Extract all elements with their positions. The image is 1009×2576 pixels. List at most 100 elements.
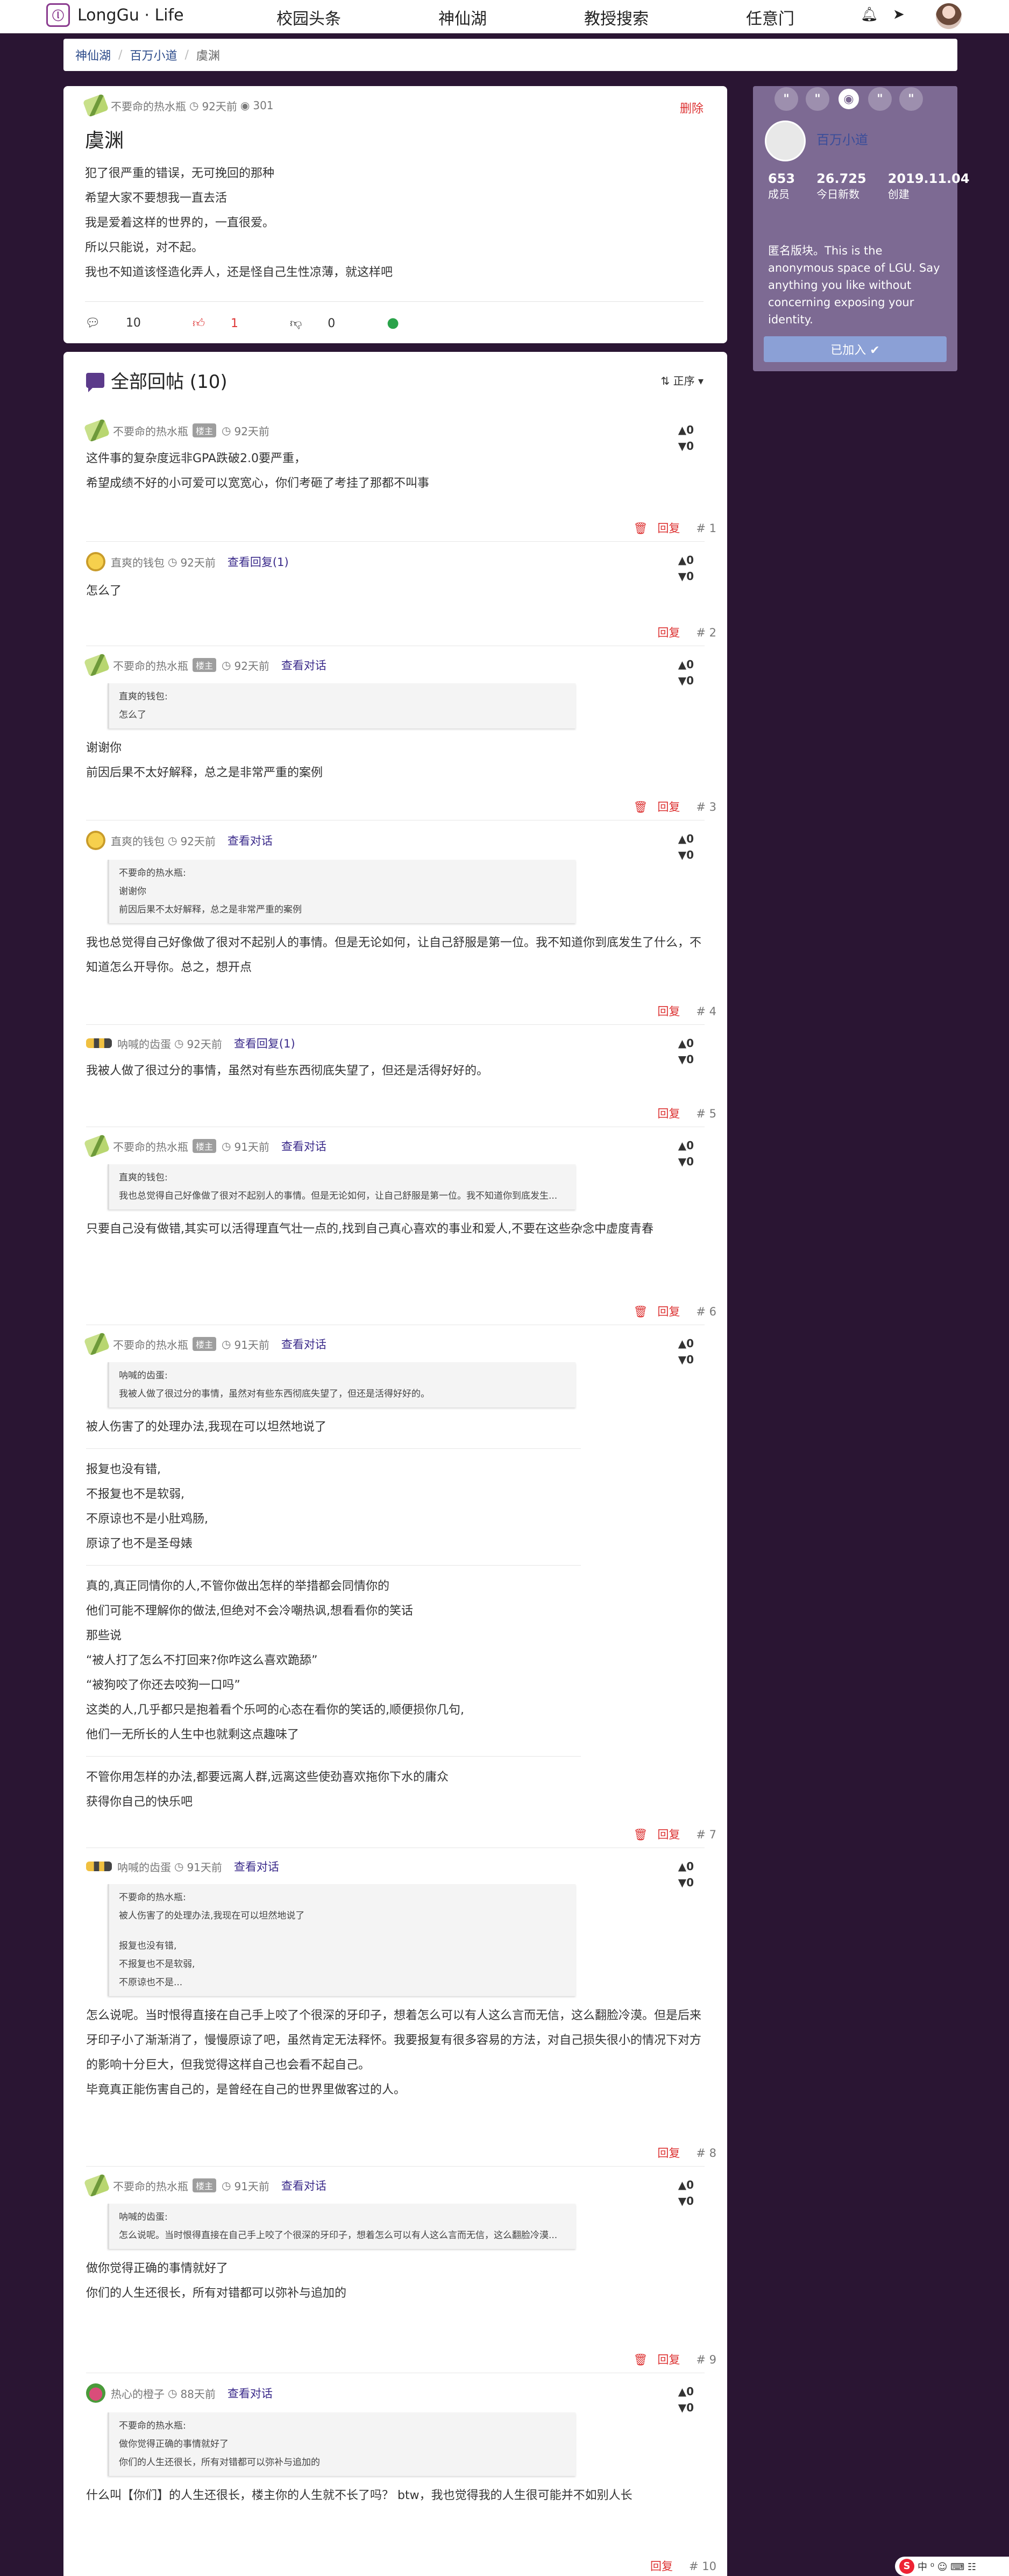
reply-avatar bbox=[83, 2174, 110, 2197]
nav-item-professor-search[interactable]: 教授搜索 bbox=[584, 5, 649, 29]
upvote-button[interactable]: ▲0 bbox=[678, 1858, 694, 1874]
view-conversation-link[interactable]: 查看对话 bbox=[281, 1138, 326, 1154]
upvote-button[interactable]: ▲0 bbox=[678, 1335, 694, 1351]
carousel-dot-active[interactable]: ◉ bbox=[837, 87, 861, 111]
view-conversation-link[interactable]: 查看对话 bbox=[281, 657, 326, 673]
upvote-button[interactable]: ▲0 bbox=[678, 552, 694, 568]
reply-author[interactable]: 不要命的热水瓶 bbox=[113, 423, 188, 438]
carousel-dot[interactable]: " bbox=[899, 87, 923, 111]
upvote-button[interactable]: ▲0 bbox=[678, 2177, 694, 2193]
reply-footer: 🗑︎ 回复 # 6 bbox=[634, 1303, 716, 1319]
reply-button[interactable]: 回复 bbox=[657, 2353, 680, 2366]
downvote-button[interactable]: ▼0 bbox=[678, 1874, 694, 1891]
trash-icon[interactable]: 🗑︎ bbox=[634, 522, 648, 535]
quote-line: 被人伤害了的处理办法,我现在可以坦然地说了 bbox=[119, 1910, 305, 1921]
upvote-button[interactable]: ▲0 bbox=[678, 422, 694, 438]
reply-button[interactable]: 回复 bbox=[657, 1005, 680, 1018]
carousel-dot[interactable]: " bbox=[806, 87, 829, 111]
reply-button[interactable]: 回复 bbox=[657, 801, 680, 813]
reply-button[interactable]: 回复 bbox=[650, 2560, 673, 2573]
view-conversation-link[interactable]: 查看对话 bbox=[234, 1858, 279, 1874]
sort-dropdown[interactable]: ⇅ 正序 ▾ bbox=[660, 372, 704, 388]
reply-line: 不管你用怎样的办法,都要远离人群,远离这些使劲喜欢拖你下水的庸众 bbox=[86, 1771, 449, 1784]
upvote-count: 0 bbox=[686, 554, 694, 567]
nav-item-campus-headlines[interactable]: 校园头条 bbox=[276, 5, 341, 29]
reply-author[interactable]: 不要命的热水瓶 bbox=[113, 657, 188, 673]
board-name[interactable]: 百万小道 bbox=[816, 129, 868, 148]
reply-item: 呐喊的齿蛋 ◷ 92天前 查看回复(1) ▲0 ▼0 我被人做了很过分的事情，虽然对有些东西… bbox=[86, 1035, 705, 1084]
upvote-button[interactable]: ▲0 bbox=[678, 656, 694, 673]
downvote-button[interactable]: ▼0 bbox=[678, 847, 694, 863]
nav-item-shenxian-lake[interactable]: 神仙湖 bbox=[438, 5, 487, 29]
downvote-button[interactable]: ▼0 bbox=[678, 1051, 694, 1067]
downvote-button[interactable]: ▼0 bbox=[678, 1351, 694, 1368]
comment-button[interactable]: 💬︎ 10 bbox=[85, 316, 167, 330]
view-conversation-link[interactable]: 查看对话 bbox=[228, 2385, 273, 2401]
reply-button[interactable]: 回复 bbox=[657, 1107, 680, 1120]
breadcrumb-item-board[interactable]: 百万小道 bbox=[130, 46, 177, 63]
upvote-button[interactable]: ▲0 bbox=[678, 831, 694, 847]
breadcrumb-separator: / bbox=[184, 48, 189, 62]
carousel-dot[interactable]: " bbox=[868, 87, 892, 111]
brand[interactable]: ⓛ LongGu · Life bbox=[46, 3, 184, 27]
reply-button[interactable]: 回复 bbox=[657, 1305, 680, 1318]
joined-button[interactable]: 已加入 ✔ bbox=[764, 336, 947, 362]
reply-author[interactable]: 呐喊的齿蛋 bbox=[117, 1036, 171, 1051]
reply-button[interactable]: 回复 bbox=[657, 1828, 680, 1841]
breadcrumb-item-shenxian-lake[interactable]: 神仙湖 bbox=[75, 46, 111, 63]
downvote-button[interactable]: ▼0 bbox=[678, 568, 694, 584]
reply-button[interactable]: 回复 bbox=[657, 2147, 680, 2160]
reply-avatar bbox=[83, 1134, 110, 1158]
view-conversation-link[interactable]: 查看回复(1) bbox=[228, 554, 289, 570]
stat-value: 2019.11.04 bbox=[887, 171, 970, 186]
reply-author[interactable]: 直爽的钱包 bbox=[111, 833, 165, 848]
breadcrumb-separator: / bbox=[118, 48, 123, 62]
view-conversation-link[interactable]: 查看对话 bbox=[281, 1336, 326, 1352]
wechat-share-icon[interactable]: ● bbox=[387, 315, 399, 331]
reply-author[interactable]: 呐喊的齿蛋 bbox=[117, 1859, 171, 1874]
reply-avatar bbox=[86, 2383, 105, 2403]
delete-button[interactable]: 删除 bbox=[680, 99, 704, 116]
view-conversation-link[interactable]: 查看对话 bbox=[228, 832, 273, 848]
nav-item-anywhere-door[interactable]: 任意门 bbox=[746, 5, 794, 29]
upvote-button[interactable]: ▲0 bbox=[678, 2383, 694, 2400]
paper-plane-icon[interactable]: ➤ bbox=[893, 6, 905, 23]
upvote-button[interactable]: ▲0 bbox=[678, 1035, 694, 1051]
reply-author[interactable]: 不要命的热水瓶 bbox=[113, 2178, 188, 2193]
reply-footer: 回复 # 2 bbox=[657, 624, 716, 640]
upvote-button[interactable]: 👍︎ 1 bbox=[193, 316, 264, 330]
downvote-button[interactable]: ▼0 bbox=[678, 2400, 694, 2416]
reply-body: 什么叫【你们】的人生还很长，楼主你的人生就不长了吗？ btw，我也觉得我的人生很… bbox=[86, 2483, 705, 2508]
downvote-button[interactable]: ▼0 bbox=[678, 1153, 694, 1170]
reply-author[interactable]: 不要命的热水瓶 bbox=[113, 1336, 188, 1352]
vote-box: ▲0 ▼0 bbox=[678, 656, 694, 689]
downvote-button[interactable]: ▼0 bbox=[678, 2193, 694, 2209]
ime-toolbar[interactable]: S 中 ⁰ ☺ ⌨ ☷ bbox=[895, 2557, 1009, 2576]
reply-author[interactable]: 不要命的热水瓶 bbox=[113, 1138, 188, 1154]
bell-icon[interactable]: 🔔︎ bbox=[861, 6, 878, 23]
downvote-button[interactable]: ▼0 bbox=[678, 673, 694, 689]
user-avatar[interactable] bbox=[936, 3, 962, 29]
reply-button[interactable]: 回复 bbox=[657, 522, 680, 535]
reply-button[interactable]: 回复 bbox=[657, 626, 680, 639]
downvote-button[interactable]: 👎︎ 0 bbox=[290, 316, 361, 330]
view-conversation-link[interactable]: 查看对话 bbox=[281, 2177, 326, 2193]
view-conversation-link[interactable]: 查看回复(1) bbox=[234, 1035, 295, 1051]
trash-icon[interactable]: 🗑︎ bbox=[634, 1305, 648, 1318]
downvote-button[interactable]: ▼0 bbox=[678, 438, 694, 454]
vote-box: ▲0 ▼0 bbox=[678, 1858, 694, 1891]
trash-icon[interactable]: 🗑︎ bbox=[634, 801, 648, 813]
reply-author[interactable]: 直爽的钱包 bbox=[111, 554, 165, 570]
upvote-button[interactable]: ▲0 bbox=[678, 1137, 694, 1153]
trash-icon[interactable]: 🗑︎ bbox=[634, 1828, 648, 1841]
reply-time: 92天前 bbox=[180, 556, 216, 569]
floor-number: # 7 bbox=[696, 1828, 716, 1841]
floor-number: # 4 bbox=[696, 1005, 716, 1018]
trash-icon[interactable]: 🗑︎ bbox=[634, 2353, 648, 2366]
carousel-dot[interactable]: " bbox=[774, 87, 798, 111]
reply-author[interactable]: 热心的橙子 bbox=[111, 2386, 165, 2401]
reply-footer: 回复 # 10 bbox=[650, 2558, 716, 2574]
clock-icon: ◷ bbox=[222, 659, 231, 671]
vote-box: ▲0 ▼0 bbox=[678, 1035, 694, 1067]
post-author[interactable]: 不要命的热水瓶 bbox=[111, 98, 186, 114]
